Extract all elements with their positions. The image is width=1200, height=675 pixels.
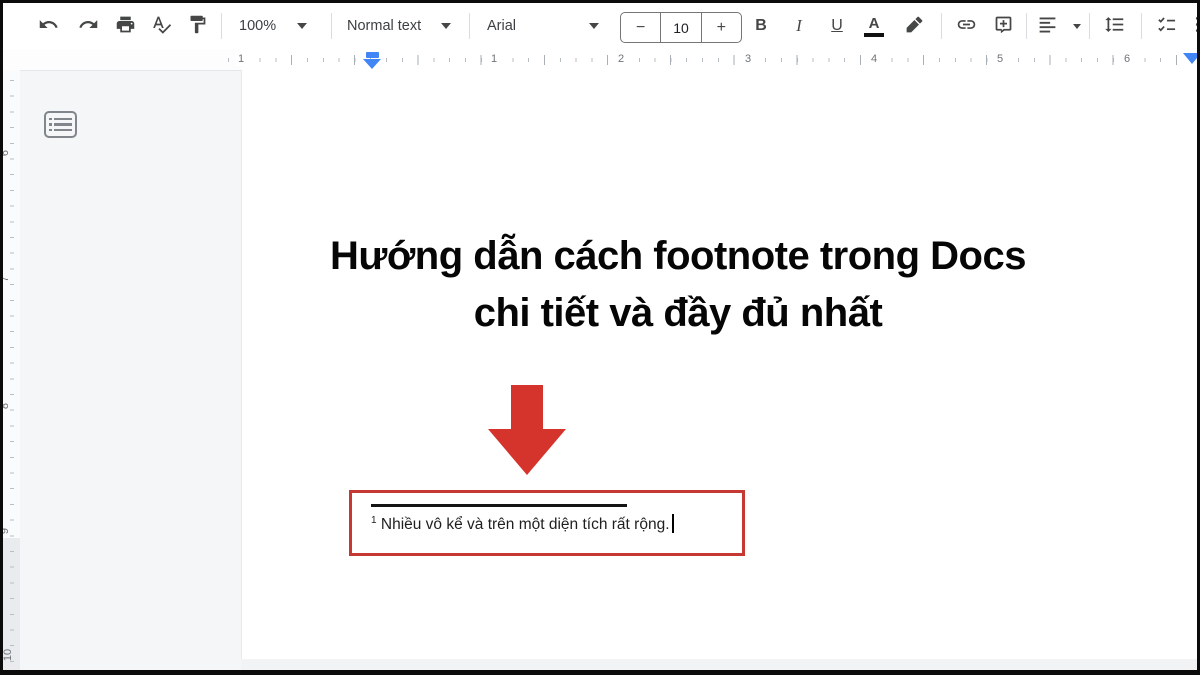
chevron-down-icon [1073,24,1081,29]
redo-button[interactable] [70,9,106,43]
align-button[interactable] [1033,9,1085,43]
document-page[interactable]: Hướng dẫn cách footnote trong Docs chi t… [241,70,1197,659]
decrease-font-size-button[interactable]: − [621,13,660,42]
paint-format-button[interactable] [179,9,215,43]
redo-icon [78,14,99,38]
ruler-label: 9 [3,528,12,534]
undo-button[interactable] [30,9,66,43]
font-value: Arial [487,18,516,34]
title-line-2: chi tiết và đầy đủ nhất [244,285,1112,342]
ruler-label: 5 [994,52,1006,66]
toolbar-separator [1026,13,1027,39]
first-line-indent-marker[interactable] [366,52,379,58]
ruler-label: 1 [235,52,247,66]
vertical-ruler-ticks [10,80,14,664]
bold-icon: B [755,17,767,35]
text-color-icon: A [864,16,884,37]
footnote-separator-line [371,504,627,507]
toolbar-separator [1089,13,1090,39]
document-outline-button[interactable] [44,110,73,139]
footnote-text[interactable]: 1 Nhiều vô kể và trên một diện tích rất … [371,514,674,534]
ruler-label: 2 [615,52,627,66]
highlight-color-button[interactable] [896,9,932,43]
spellcheck-button[interactable] [143,9,179,43]
chevron-down-icon [589,23,599,29]
toolbar-separator [1141,13,1142,39]
page-bottom-gap [241,659,1197,670]
underline-icon: U [831,17,843,35]
highlighter-icon [904,14,925,38]
toolbar-separator [469,13,470,39]
ruler-label: 1 [488,52,500,66]
underline-button[interactable]: U [819,9,855,43]
app-window: 100% Normal text Arial − 10 + B I U [3,3,1197,670]
ruler-label: 6 [1121,52,1133,66]
arrow-head [488,429,566,475]
paragraph-style-select[interactable]: Normal text [339,9,459,43]
ruler-label: 6 [3,150,12,156]
line-spacing-button[interactable] [1096,9,1132,43]
text-cursor [672,514,674,533]
zoom-value: 100% [239,18,276,34]
hanging-indent-marker[interactable] [363,59,381,69]
bulleted-list-button[interactable] [1186,9,1197,43]
vertical-ruler: 6 7 8 9 10 [3,70,20,670]
increase-font-size-button[interactable]: + [702,13,741,42]
undo-icon [38,14,59,38]
link-icon [956,14,977,38]
text-color-button[interactable]: A [856,9,892,43]
chevron-down-icon [441,23,451,29]
document-title: Hướng dẫn cách footnote trong Docs chi t… [244,228,1112,342]
insert-link-button[interactable] [948,9,984,43]
print-icon [115,14,136,38]
outline-icon [44,111,77,138]
checklist-button[interactable] [1148,9,1184,43]
spellcheck-icon [151,14,172,38]
footnote-highlight-box: 1 Nhiều vô kể và trên một diện tích rất … [349,490,745,556]
chevron-down-icon [297,23,307,29]
italic-button[interactable]: I [781,9,817,43]
checklist-icon [1156,14,1177,38]
font-size-control: − 10 + [620,12,742,43]
title-line-1: Hướng dẫn cách footnote trong Docs [244,228,1112,285]
print-button[interactable] [107,9,143,43]
ruler-label: 7 [3,276,12,282]
line-spacing-icon [1104,14,1125,38]
footnote-content: Nhiều vô kể và trên một diện tích rất rộ… [381,516,670,533]
toolbar-separator [221,13,222,39]
right-indent-marker[interactable] [1183,53,1197,64]
comment-icon [993,14,1014,38]
ruler-label: 4 [868,52,880,66]
font-size-value[interactable]: 10 [660,13,701,42]
italic-icon: I [796,16,802,36]
bulleted-list-icon [1194,14,1198,38]
toolbar-separator [941,13,942,39]
horizontal-ruler: 1 1 2 3 4 5 6 [3,49,1197,71]
footnote-marker: 1 [371,515,377,526]
toolbar: 100% Normal text Arial − 10 + B I U [3,3,1197,50]
add-comment-button[interactable] [985,9,1021,43]
ruler-label: 3 [742,52,754,66]
font-select[interactable]: Arial [479,9,607,43]
toolbar-separator [331,13,332,39]
ruler-label: 10 [3,649,15,661]
ruler-label: 8 [3,403,12,409]
align-left-icon [1037,14,1058,39]
zoom-select[interactable]: 100% [231,9,315,43]
red-down-arrow [488,385,566,475]
paragraph-style-value: Normal text [347,18,421,34]
left-indent-marker[interactable] [363,51,382,69]
paint-roller-icon [187,14,208,38]
bold-button[interactable]: B [743,9,779,43]
arrow-shaft [511,385,543,431]
